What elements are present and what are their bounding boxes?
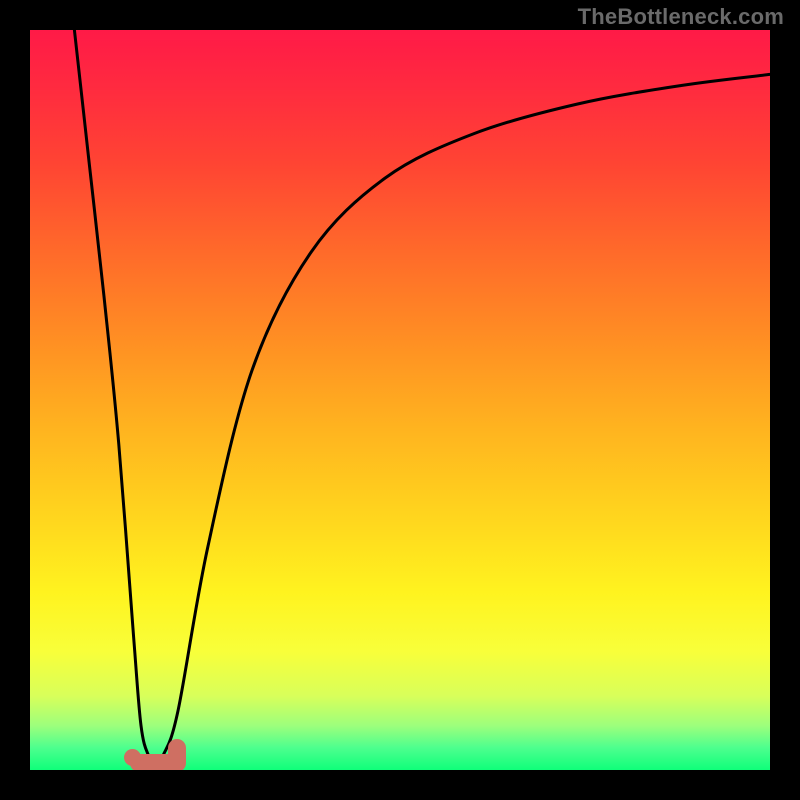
bottleneck-curve — [30, 30, 770, 770]
plot-area — [30, 30, 770, 770]
outer-frame: TheBottleneck.com — [0, 0, 800, 800]
watermark-text: TheBottleneck.com — [578, 4, 784, 30]
minimum-marker — [128, 739, 181, 770]
